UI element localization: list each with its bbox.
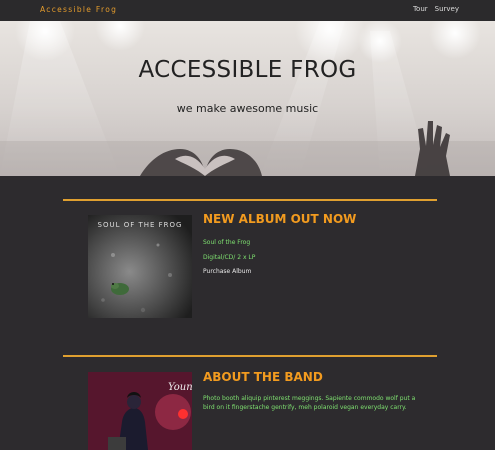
band-description: Photo booth aliquip pinterest meggings. … <box>203 395 416 411</box>
hero-title: ACCESSIBLE FROG <box>138 57 357 83</box>
nav-link-survey[interactable]: Survey <box>435 5 459 13</box>
hero-subtitle: we make awesome music <box>176 102 319 115</box>
album-formats: Digital/CD/ 2 x LP <box>203 254 256 261</box>
nav-link-tour[interactable]: Tour <box>413 5 428 13</box>
album-cover-image: SOUL OF THE FROG <box>88 215 192 318</box>
purchase-album-link[interactable]: Purchase Album <box>203 268 251 275</box>
brand-link[interactable]: Accessible Frog <box>40 5 117 14</box>
album-cover-text: SOUL OF THE FROG <box>98 221 183 229</box>
album-heading: NEW ALBUM OUT NOW <box>203 212 357 226</box>
nav-links: Tour Survey <box>413 5 459 13</box>
concert-background-image <box>0 21 495 176</box>
hero-banner: ACCESSIBLE FROG we make awesome music <box>0 21 495 176</box>
section-divider <box>63 355 437 357</box>
band-heading: ABOUT THE BAND <box>203 370 323 384</box>
band-photo-image: Young Frog <box>88 372 192 450</box>
navbar: Accessible Frog Tour Survey <box>0 0 495 21</box>
album-name: Soul of the Frog <box>203 239 251 246</box>
section-divider <box>63 199 437 201</box>
band-photo-text: Young Frog <box>168 382 192 393</box>
